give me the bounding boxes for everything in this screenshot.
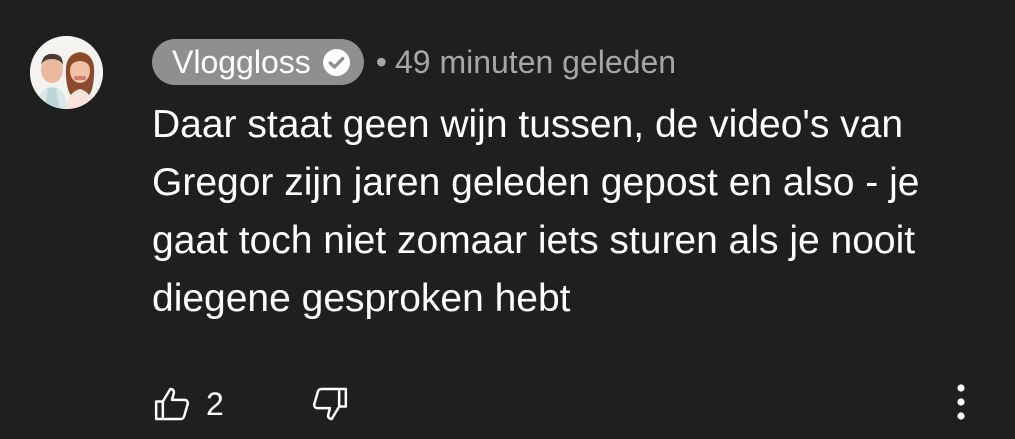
comment-text: Daar staat geen wijn tussen, de video's … (152, 103, 920, 320)
author-name[interactable]: Vloggloss (172, 46, 311, 78)
thumbs-up-icon (154, 387, 190, 421)
more-options-button[interactable] (944, 378, 978, 426)
avatar[interactable] (30, 36, 103, 109)
like-count: 2 (206, 385, 224, 422)
meta-separator: • (375, 43, 387, 80)
more-vertical-icon (957, 384, 965, 420)
comment-header: Vloggloss • 49 minuten geleden (152, 39, 676, 85)
comment-actions: 2 (152, 380, 350, 428)
thumbs-down-icon (312, 387, 347, 421)
dislike-button[interactable] (310, 384, 350, 424)
avatar-icon (30, 36, 103, 109)
verified-check-icon (322, 48, 350, 76)
comment-timestamp[interactable]: 49 minuten geleden (395, 44, 676, 81)
author-chip[interactable]: Vloggloss (152, 39, 364, 85)
like-button[interactable]: 2 (152, 384, 224, 424)
